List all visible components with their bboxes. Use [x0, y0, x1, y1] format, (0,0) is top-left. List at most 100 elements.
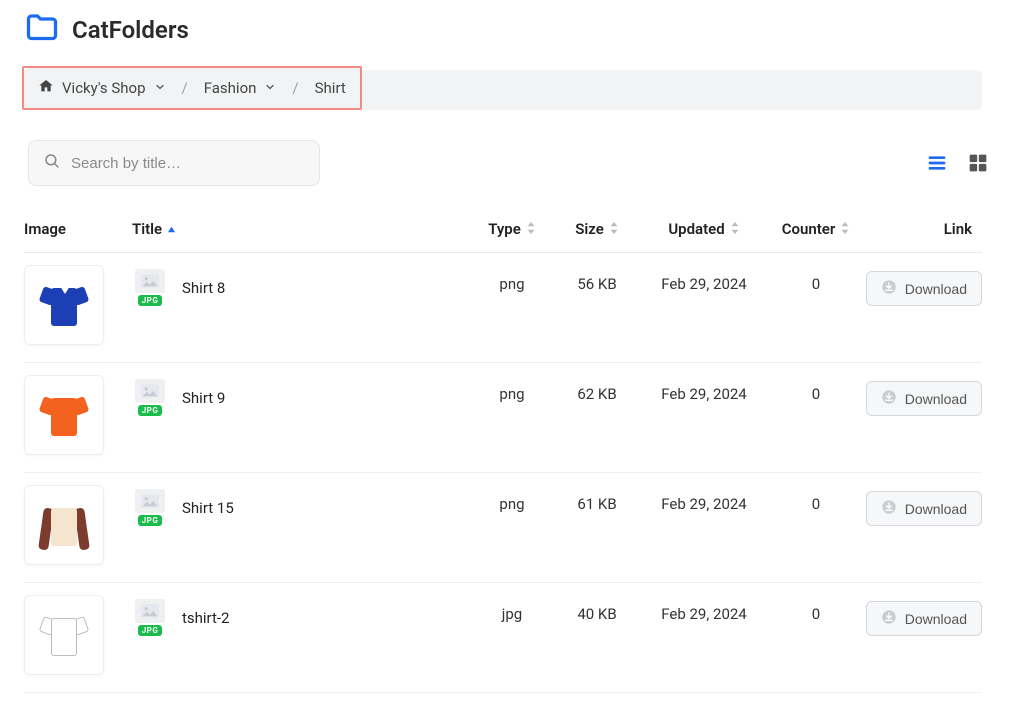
link-cell: Download — [866, 265, 982, 306]
view-toggle — [926, 153, 1000, 173]
toolbar — [24, 140, 1004, 186]
file-size: 62 KB — [552, 375, 642, 403]
grid-view-button[interactable] — [968, 153, 988, 173]
file-counter: 0 — [766, 265, 866, 293]
app-header: CatFolders — [24, 10, 1004, 66]
download-label: Download — [905, 281, 967, 297]
title-cell[interactable]: JPG Shirt 15 — [132, 485, 472, 526]
breadcrumb-highlight: Vicky's Shop / Fashion / Shirt — [22, 66, 362, 110]
thumbnail[interactable] — [24, 595, 132, 675]
breadcrumb: Vicky's Shop / Fashion / Shirt — [24, 68, 360, 108]
link-cell: Download — [866, 485, 982, 526]
file-type-tag: JPG — [138, 405, 163, 416]
download-icon — [881, 609, 897, 628]
breadcrumb-leaf-label: Shirt — [315, 79, 346, 97]
app-title: CatFolders — [72, 16, 189, 44]
thumbnail[interactable] — [24, 375, 132, 455]
download-button[interactable]: Download — [866, 381, 982, 416]
file-updated: Feb 29, 2024 — [642, 595, 766, 623]
image-file-icon: JPG — [132, 599, 168, 636]
title-cell[interactable]: JPG tshirt-2 — [132, 595, 472, 636]
chevron-down-icon — [154, 79, 166, 97]
col-type[interactable]: Type — [472, 220, 552, 238]
search-icon — [43, 152, 61, 174]
download-label: Download — [905, 611, 967, 627]
col-updated-label: Updated — [668, 220, 724, 238]
file-type: png — [472, 265, 552, 293]
file-title: tshirt-2 — [182, 609, 230, 627]
file-type: png — [472, 375, 552, 403]
file-updated: Feb 29, 2024 — [642, 375, 766, 403]
image-file-icon: JPG — [132, 379, 168, 416]
col-link: Link — [866, 220, 982, 238]
sort-icon — [840, 220, 850, 238]
download-label: Download — [905, 501, 967, 517]
file-type-tag: JPG — [138, 515, 163, 526]
folder-icon — [24, 10, 60, 50]
file-updated: Feb 29, 2024 — [642, 485, 766, 513]
sort-asc-icon — [167, 220, 176, 238]
file-counter: 0 — [766, 485, 866, 513]
title-cell[interactable]: JPG Shirt 9 — [132, 375, 472, 416]
col-title-label: Title — [132, 220, 162, 238]
breadcrumb-mid-label: Fashion — [204, 79, 257, 97]
breadcrumb-mid[interactable]: Fashion — [204, 79, 277, 97]
file-counter: 0 — [766, 375, 866, 403]
download-button[interactable]: Download — [866, 491, 982, 526]
title-cell[interactable]: JPG Shirt 8 — [132, 265, 472, 306]
file-title: Shirt 8 — [182, 279, 225, 297]
file-size: 40 KB — [552, 595, 642, 623]
file-type: png — [472, 485, 552, 513]
link-cell: Download — [866, 375, 982, 416]
list-view-button[interactable] — [926, 153, 948, 173]
table-row: JPG Shirt 15 png 61 KB Feb 29, 2024 0 Do… — [24, 473, 982, 583]
breadcrumb-leaf[interactable]: Shirt — [315, 79, 346, 97]
col-title[interactable]: Title — [132, 220, 472, 238]
chevron-down-icon — [264, 79, 276, 97]
table-row: JPG Shirt 9 png 62 KB Feb 29, 2024 0 Dow… — [24, 363, 982, 473]
download-button[interactable]: Download — [866, 601, 982, 636]
thumbnail[interactable] — [24, 485, 132, 565]
breadcrumb-separator: / — [292, 79, 298, 97]
col-counter-label: Counter — [782, 220, 836, 238]
download-label: Download — [905, 391, 967, 407]
col-updated[interactable]: Updated — [642, 220, 766, 238]
col-image: Image — [24, 220, 132, 238]
col-type-label: Type — [488, 220, 521, 238]
file-title: Shirt 9 — [182, 389, 225, 407]
col-size[interactable]: Size — [552, 220, 642, 238]
download-icon — [881, 279, 897, 298]
table-row: JPG Shirt 8 png 56 KB Feb 29, 2024 0 Dow… — [24, 253, 982, 363]
link-cell: Download — [866, 595, 982, 636]
breadcrumb-root[interactable]: Vicky's Shop — [38, 78, 166, 98]
image-file-icon: JPG — [132, 269, 168, 306]
file-counter: 0 — [766, 595, 866, 623]
download-button[interactable]: Download — [866, 271, 982, 306]
sort-icon — [526, 220, 536, 238]
col-size-label: Size — [575, 220, 604, 238]
col-counter[interactable]: Counter — [766, 220, 866, 238]
file-title: Shirt 15 — [182, 499, 234, 517]
file-type-tag: JPG — [138, 625, 163, 636]
table-row: JPG tshirt-2 jpg 40 KB Feb 29, 2024 0 Do… — [24, 583, 982, 693]
file-type: jpg — [472, 595, 552, 623]
table-header: Image Title Type Size Updated Counter L — [24, 220, 982, 253]
file-type-tag: JPG — [138, 295, 163, 306]
col-link-label: Link — [944, 220, 972, 238]
download-icon — [881, 389, 897, 408]
search-input-wrap[interactable] — [28, 140, 320, 186]
breadcrumb-root-label: Vicky's Shop — [62, 79, 146, 97]
search-input[interactable] — [71, 155, 305, 172]
download-icon — [881, 499, 897, 518]
col-image-label: Image — [24, 220, 66, 238]
sort-icon — [609, 220, 619, 238]
file-table: Image Title Type Size Updated Counter L — [24, 220, 982, 693]
thumbnail[interactable] — [24, 265, 132, 345]
image-file-icon: JPG — [132, 489, 168, 526]
file-updated: Feb 29, 2024 — [642, 265, 766, 293]
home-icon — [38, 78, 54, 98]
sort-icon — [730, 220, 740, 238]
file-size: 56 KB — [552, 265, 642, 293]
file-size: 61 KB — [552, 485, 642, 513]
breadcrumb-separator: / — [182, 79, 188, 97]
